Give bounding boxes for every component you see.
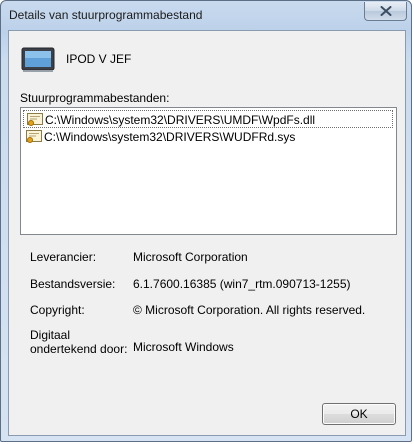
close-button[interactable] <box>364 2 407 21</box>
certificate-file-icon <box>26 130 42 143</box>
driver-files-label: Stuurprogrammabestanden: <box>20 91 170 105</box>
close-icon <box>380 6 392 16</box>
portable-device-icon <box>21 47 55 72</box>
driver-file-path: C:\Windows\system32\DRIVERS\WUDFRd.sys <box>44 130 296 144</box>
file-version-label: Bestandsversie: <box>30 277 116 291</box>
provider-value: Microsoft Corporation <box>133 250 248 264</box>
digital-signer-value: Microsoft Windows <box>133 340 234 354</box>
window-title: Details van stuurprogrammabestand <box>9 8 203 22</box>
copyright-value: © Microsoft Corporation. All rights rese… <box>133 303 366 317</box>
ok-button[interactable]: OK <box>322 403 396 425</box>
provider-label: Leverancier: <box>30 250 97 264</box>
certificate-file-icon <box>27 113 43 126</box>
dialog-window: Details van stuurprogrammabestand IPOD V… <box>0 0 412 442</box>
list-item-driver-file[interactable]: C:\Windows\system32\DRIVERS\UMDF\WpdFs.d… <box>23 110 393 128</box>
driver-files-list[interactable]: C:\Windows\system32\DRIVERS\UMDF\WpdFs.d… <box>20 107 397 235</box>
file-version-value: 6.1.7600.16385 (win7_rtm.090713-1255) <box>133 277 351 291</box>
copyright-label: Copyright: <box>30 303 85 317</box>
driver-file-path: C:\Windows\system32\DRIVERS\UMDF\WpdFs.d… <box>45 113 316 127</box>
digital-signer-label-line1: Digitaal <box>30 328 71 342</box>
digital-signer-label-line2: ondertekend door: <box>30 342 128 356</box>
dialog-client-area: IPOD V JEF Stuurprogrammabestanden: C:\W… <box>8 30 406 436</box>
title-bar[interactable]: Details van stuurprogrammabestand <box>1 1 411 29</box>
list-item-driver-file[interactable]: C:\Windows\system32\DRIVERS\WUDFRd.sys <box>23 128 393 146</box>
device-name: IPOD V JEF <box>66 52 132 66</box>
